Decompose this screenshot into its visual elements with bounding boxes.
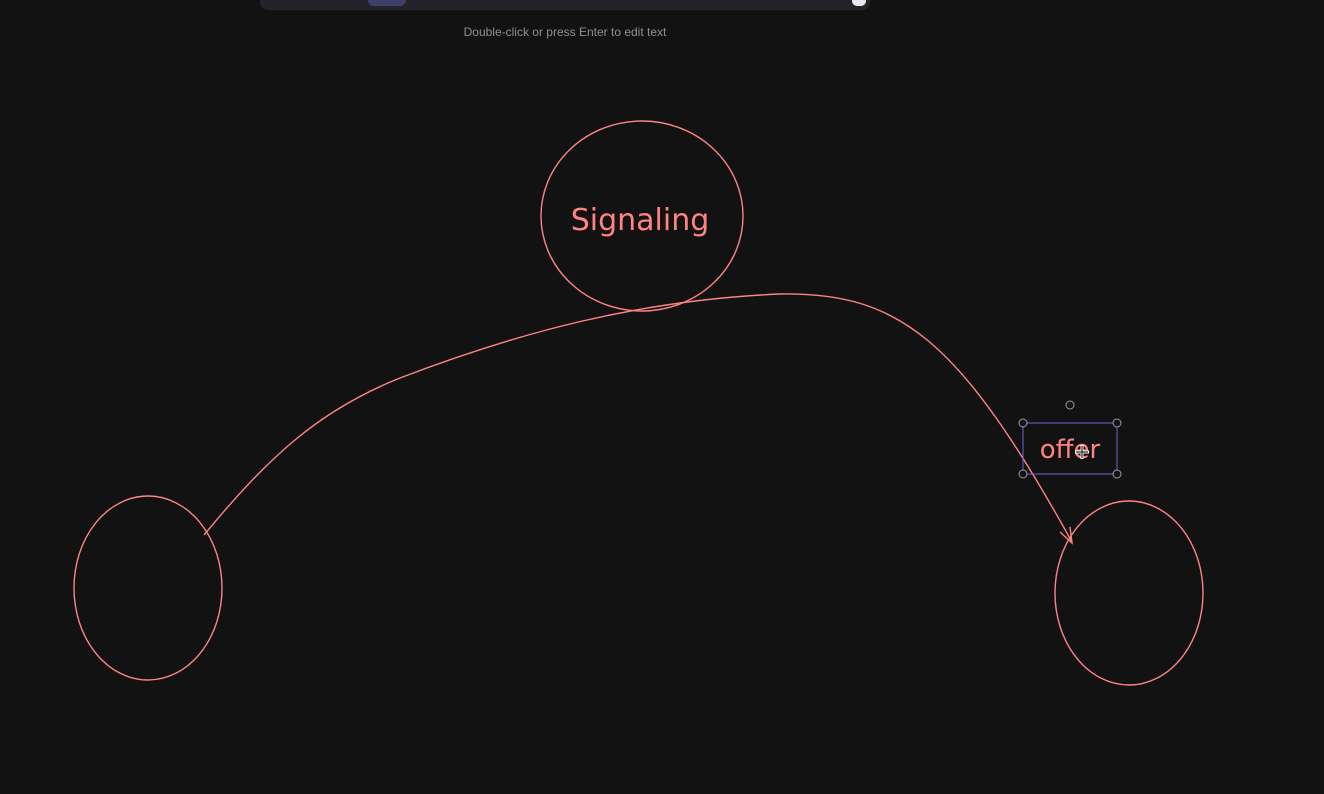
resize-handle-ne[interactable] [1112,418,1122,428]
resize-handle-se[interactable] [1112,469,1122,479]
resize-handle-nw[interactable] [1018,418,1028,428]
right-peer-ellipse[interactable] [1054,500,1204,686]
excalidraw-app: Double-click or press Enter to edit text… [0,0,1324,794]
offer-label[interactable]: offer [1040,435,1101,465]
signaling-label[interactable]: Signaling [571,203,710,238]
resize-handle-sw[interactable] [1018,469,1028,479]
rotate-handle[interactable] [1065,400,1075,410]
left-peer-ellipse[interactable] [73,495,223,681]
drawing-canvas[interactable]: Signaling offer [0,0,1324,794]
arrowhead [1059,526,1073,545]
offer-arrow[interactable] [203,293,1073,543]
